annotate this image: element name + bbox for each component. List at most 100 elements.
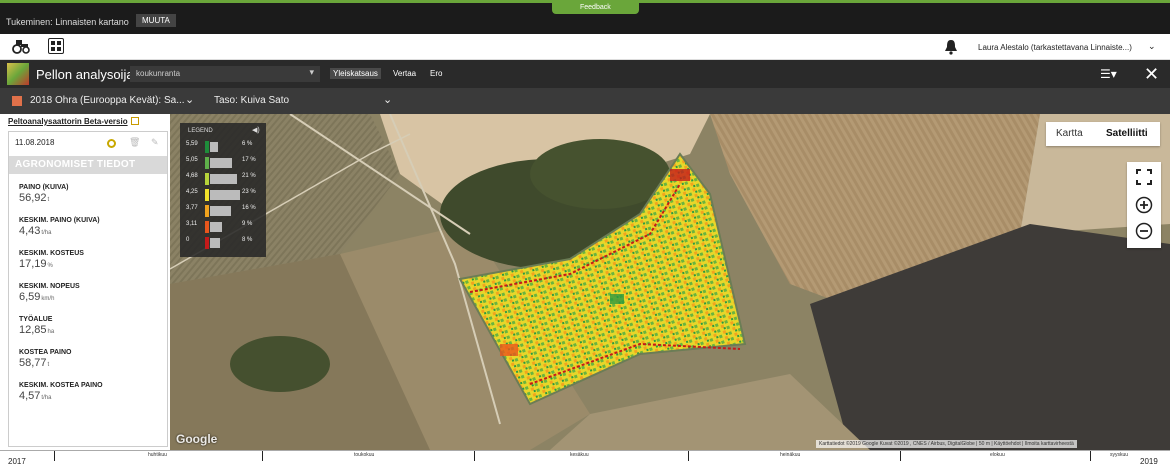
timeline-tick bbox=[1090, 451, 1091, 461]
metric-value: 4,43t/ha bbox=[19, 225, 100, 237]
pencil-icon[interactable]: ✎ bbox=[151, 137, 159, 148]
chevron-down-icon[interactable]: ⌄ bbox=[1148, 41, 1156, 52]
chevron-down-icon[interactable]: ⌄ bbox=[185, 93, 194, 106]
tab-difference[interactable]: Ero bbox=[427, 68, 445, 79]
layer-select[interactable]: 2018 Ohra (Eurooppa Kevät): Sa... bbox=[30, 95, 195, 106]
metric-label: KOSTEA PAINO bbox=[19, 349, 72, 356]
metric-value: 6,59km/h bbox=[19, 291, 80, 303]
metric-number: 56,92 bbox=[19, 192, 47, 204]
legend-row: 4,25 23 % bbox=[180, 189, 266, 201]
google-logo: Google bbox=[176, 432, 218, 446]
timeline[interactable]: 2017 huhtikuu toukokuu kesäkuu heinäkuu … bbox=[0, 450, 1170, 473]
status-dot-icon[interactable] bbox=[107, 139, 116, 148]
grid-icon[interactable] bbox=[48, 38, 64, 54]
legend-row: 3,77 16 % bbox=[180, 205, 266, 217]
legend-share-bar bbox=[210, 206, 231, 216]
change-button[interactable]: MUUTA bbox=[136, 14, 176, 27]
chevron-down-icon: ▾ bbox=[309, 67, 314, 77]
timeline-tick bbox=[262, 451, 263, 461]
metric-value: 12,85ha bbox=[19, 324, 54, 336]
metric-number: 58,77 bbox=[19, 357, 47, 369]
metric-unit: t/ha bbox=[41, 230, 52, 236]
legend-share-bar bbox=[210, 238, 220, 248]
timeline-tick bbox=[688, 451, 689, 461]
beta-version-link[interactable]: Peltoanalysaattorin Beta-versio bbox=[8, 117, 139, 126]
metric-unit: km/h bbox=[41, 296, 55, 302]
tab-overview[interactable]: Yleiskatsaus bbox=[330, 68, 381, 79]
legend-percentage: 8 % bbox=[242, 237, 253, 243]
app-title: Pellon analysoija bbox=[36, 67, 134, 82]
chevron-down-icon[interactable]: ⌄ bbox=[383, 93, 392, 106]
tab-compare[interactable]: Vertaa bbox=[390, 68, 419, 79]
legend-color-swatch bbox=[205, 189, 209, 201]
level-select[interactable]: Taso: Kuiva Sato bbox=[214, 95, 289, 106]
tractor-icon[interactable] bbox=[12, 38, 30, 54]
legend-value: 3,11 bbox=[186, 221, 198, 227]
metric-item: KOSTEA PAINO 58,77t bbox=[19, 349, 72, 369]
map-imagery bbox=[170, 114, 1170, 450]
legend-percentage: 21 % bbox=[242, 173, 256, 179]
legend-share-bar bbox=[210, 142, 218, 152]
top-bar: Feedback Tukeminen: Linnaisten kartano M… bbox=[0, 0, 1170, 34]
metric-item: KESKIM. KOSTEUS 17,19% bbox=[19, 250, 84, 270]
map-type-control: Kartta Satelliitti bbox=[1046, 122, 1160, 146]
legend-value: 4,68 bbox=[186, 173, 198, 179]
metric-number: 12,85 bbox=[19, 324, 47, 336]
satellite-map[interactable] bbox=[170, 114, 1170, 450]
zoom-controls bbox=[1127, 162, 1161, 248]
legend-color-swatch bbox=[205, 141, 209, 153]
timeline-end-year: 2019 bbox=[1140, 457, 1158, 466]
legend-share-bar bbox=[210, 190, 240, 200]
legend-row: 3,11 9 % bbox=[180, 221, 266, 233]
metric-number: 6,59 bbox=[19, 291, 41, 303]
metric-number: 17,19 bbox=[19, 258, 47, 270]
metric-label: KESKIM. KOSTEUS bbox=[19, 250, 84, 257]
panel-heading: AGRONOMISET TIEDOT bbox=[9, 156, 167, 174]
metric-label: KESKIM. NOPEUS bbox=[19, 283, 80, 290]
map-type-satellite-button[interactable]: Satelliitti bbox=[1106, 128, 1148, 139]
legend-row: 5,59 6 % bbox=[180, 141, 266, 153]
metric-value: 58,77t bbox=[19, 357, 72, 369]
feedback-tab[interactable]: Feedback bbox=[552, 2, 639, 14]
beta-version-label: Peltoanalysaattorin Beta-versio bbox=[8, 117, 128, 126]
timeline-month: syyskuu bbox=[1110, 452, 1129, 458]
trash-icon[interactable]: 🗑 bbox=[129, 137, 140, 148]
speaker-icon[interactable]: ◀) bbox=[252, 126, 260, 134]
hamburger-menu-icon[interactable]: ☰▾ bbox=[1100, 67, 1117, 81]
close-icon[interactable]: ✕ bbox=[1144, 64, 1159, 85]
panel-date: 11.08.2018 bbox=[15, 138, 55, 147]
metric-label: TYÖALUE bbox=[19, 316, 53, 323]
map-legend: LEGEND ◀) 5,59 6 % 5,05 17 % 4,68 21 % 4,25 23 … bbox=[180, 123, 266, 257]
field-select-value: koukunranta bbox=[136, 69, 181, 78]
user-menu[interactable]: Laura Alestalo (tarkastettavana Linnaist… bbox=[978, 43, 1132, 52]
fullscreen-icon[interactable] bbox=[1135, 168, 1153, 186]
legend-share-bar bbox=[210, 174, 237, 184]
metric-unit: t bbox=[47, 362, 50, 368]
map-attribution[interactable]: Karttatiedot ©2019 Google Kuvat ©2019 , … bbox=[816, 440, 1077, 448]
legend-value: 4,25 bbox=[186, 189, 198, 195]
timeline-month: heinäkuu bbox=[780, 452, 801, 458]
legend-row: 0 8 % bbox=[180, 237, 266, 249]
legend-value: 0 bbox=[186, 237, 190, 243]
metric-label: PAINO (KUIVA) bbox=[19, 184, 69, 191]
field-select[interactable]: koukunranta ▾ bbox=[130, 66, 320, 82]
legend-share-bar bbox=[210, 222, 222, 232]
metric-item: KESKIM. PAINO (KUIVA) 4,43t/ha bbox=[19, 217, 100, 237]
legend-color-swatch bbox=[205, 205, 209, 217]
app-header: Pellon analysoija koukunranta ▾ Yleiskat… bbox=[0, 60, 1170, 88]
legend-row: 4,68 21 % bbox=[180, 173, 266, 185]
zoom-in-icon[interactable] bbox=[1135, 196, 1153, 214]
legend-percentage: 16 % bbox=[242, 205, 256, 211]
bell-icon[interactable] bbox=[944, 39, 958, 55]
zoom-out-icon[interactable] bbox=[1135, 222, 1153, 240]
map-type-map-button[interactable]: Kartta bbox=[1056, 128, 1083, 139]
metric-item: KESKIM. NOPEUS 6,59km/h bbox=[19, 283, 80, 303]
timeline-month: kesäkuu bbox=[570, 452, 589, 458]
legend-title: LEGEND bbox=[188, 128, 213, 134]
breadcrumb: Tukeminen: Linnaisten kartano bbox=[6, 17, 129, 27]
timeline-month: toukokuu bbox=[354, 452, 375, 458]
legend-color-swatch bbox=[205, 237, 209, 249]
legend-color-swatch bbox=[205, 221, 209, 233]
layer-color-swatch bbox=[12, 96, 22, 106]
timeline-start-year: 2017 bbox=[8, 457, 26, 466]
